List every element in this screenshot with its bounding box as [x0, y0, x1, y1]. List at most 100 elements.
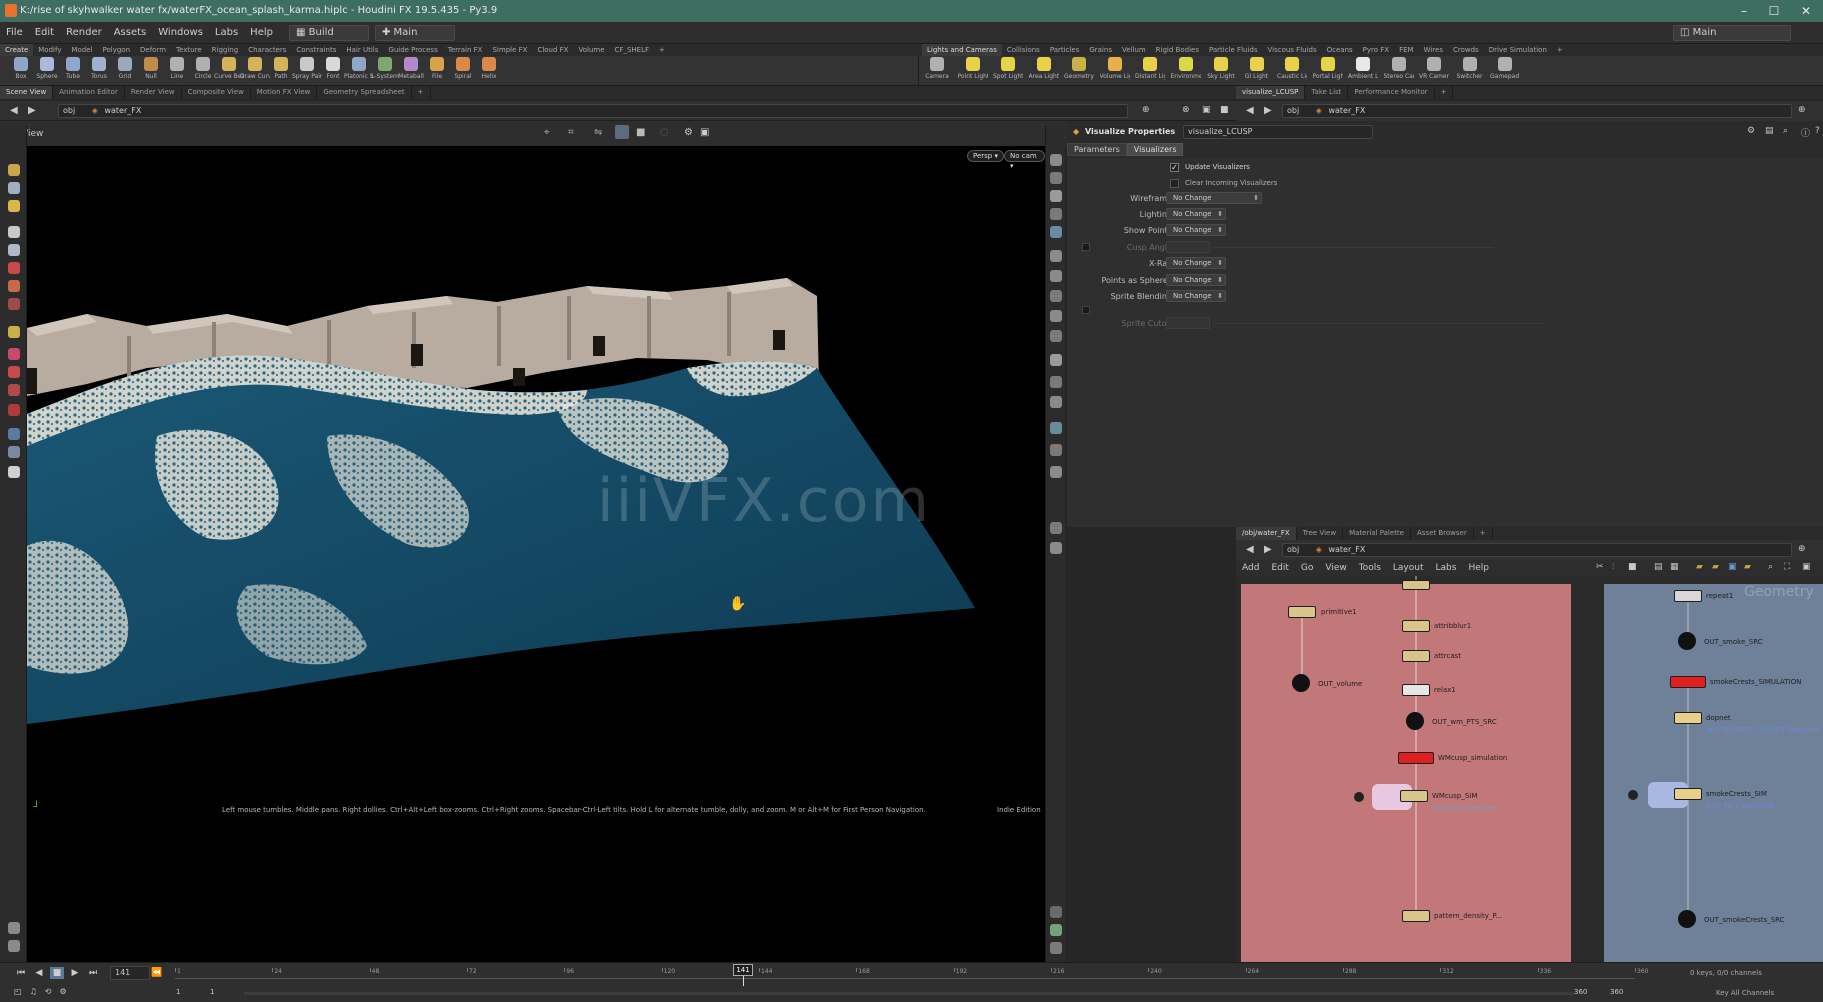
add-tab-icon[interactable]: +	[1435, 86, 1454, 99]
backface-icon[interactable]	[1050, 354, 1062, 366]
pose-icon[interactable]	[8, 326, 20, 338]
audio-icon[interactable]: ♫	[30, 987, 37, 996]
shelf-tool[interactable]: Area Light	[1029, 57, 1059, 81]
shelf-tab[interactable]: Crowds	[1448, 44, 1484, 56]
cusp-angle-toggle[interactable]	[1082, 243, 1090, 251]
update-visualizers-checkbox[interactable]: ✓	[1170, 163, 1179, 172]
network-box-icon[interactable]: ▣	[1728, 562, 1737, 572]
forward-arrow-icon[interactable]: ▶	[1264, 544, 1272, 555]
range-slider[interactable]	[244, 992, 1574, 995]
view-tool-icon[interactable]	[8, 182, 20, 194]
context-select[interactable]: ✚ Main	[374, 24, 455, 41]
grid-icon[interactable]	[1050, 190, 1062, 202]
current-frame-field[interactable]: 141	[110, 966, 150, 980]
cusp-angle-slider[interactable]	[1214, 247, 1494, 248]
net-menu-go[interactable]: Go	[1295, 563, 1319, 573]
step-back-icon[interactable]: ◀	[32, 967, 46, 979]
clear-incoming-checkbox[interactable]	[1170, 179, 1179, 188]
net-menu-view[interactable]: View	[1319, 563, 1352, 573]
net-menu-layout[interactable]: Layout	[1387, 563, 1430, 573]
tab-network-editor[interactable]: /obj/water_FX	[1236, 527, 1297, 540]
stop-icon[interactable]: ■	[50, 967, 64, 979]
display-icon[interactable]	[1050, 154, 1062, 166]
shelf-tab[interactable]: Rigid Bodies	[1151, 44, 1204, 56]
node-name-field[interactable]: visualize_LCUSP	[1183, 125, 1373, 139]
tab-performance-monitor[interactable]: Performance Monitor	[1348, 86, 1435, 99]
tab-geometry-spreadsheet[interactable]: Geometry Spreadsheet	[317, 86, 412, 99]
tab-scene-view[interactable]: Scene View	[0, 86, 54, 99]
snapshot-icon[interactable]	[8, 940, 20, 952]
pin-icon[interactable]: ⊕	[1798, 544, 1806, 554]
move-icon[interactable]	[8, 262, 20, 274]
menu-edit[interactable]: Edit	[29, 22, 60, 44]
close-pane-icon[interactable]: ▣	[1802, 562, 1811, 572]
node-smokecrests-simulation[interactable]	[1670, 676, 1706, 688]
shelf-tab[interactable]: Create	[0, 44, 34, 56]
shelf-tab[interactable]: Grains	[1084, 44, 1117, 56]
sticky-icon[interactable]: ▰	[1712, 562, 1719, 572]
show-points-menu[interactable]: No Change	[1166, 224, 1226, 236]
lock-camera-icon[interactable]	[1050, 172, 1062, 184]
minimize-icon[interactable]: –	[1729, 2, 1759, 20]
points-as-spheres-menu[interactable]: No Change	[1166, 274, 1226, 286]
info-icon[interactable]	[1050, 906, 1062, 918]
frame-ruler[interactable]: 1 24 48 72 96 120 144 168 192 216 240 264 288 312 336 3…	[175, 968, 1648, 986]
node-attrcast[interactable]	[1402, 650, 1430, 662]
maximize-icon[interactable]: ☐	[1759, 2, 1789, 20]
point-display-icon[interactable]	[1050, 250, 1062, 262]
shelf-tab[interactable]: Collisions	[1002, 44, 1045, 56]
shelf-tool[interactable]: Point Light	[958, 57, 988, 81]
node-repeat1[interactable]	[1674, 590, 1702, 602]
bypass-dot[interactable]	[1628, 790, 1638, 800]
quad-view-icon[interactable]	[1050, 942, 1062, 954]
shelf-tab[interactable]: Volume	[573, 44, 609, 56]
pane-menu-icon[interactable]: ▣	[1202, 105, 1211, 115]
guide-icon[interactable]	[1050, 376, 1062, 388]
shading-icon[interactable]	[1050, 208, 1062, 220]
shelf-tab[interactable]: Texture	[171, 44, 207, 56]
null-node-out-smoke-src[interactable]	[1678, 632, 1696, 650]
sprite-cutoff-field[interactable]	[1166, 317, 1210, 329]
menu-help[interactable]: Help	[244, 22, 279, 44]
network-path-field[interactable]: obj ◈ water_FX	[1282, 543, 1792, 557]
flag-icon[interactable]: ▰	[1696, 562, 1703, 572]
snap-prim-icon[interactable]: ⇋	[594, 127, 602, 138]
shelf-tool[interactable]: Distant Light	[1135, 57, 1165, 81]
lighting-menu[interactable]: No Change	[1166, 208, 1226, 220]
magnet-icon[interactable]	[8, 366, 20, 378]
scene-viewport[interactable]: ✋ iiiVFX.com Persp ▾ No cam ▾ Left mouse…	[27, 146, 1045, 962]
forward-arrow-icon[interactable]: ▶	[28, 105, 36, 116]
pin-icon[interactable]: ⊕	[1798, 105, 1806, 115]
play-icon[interactable]: ▶	[68, 967, 82, 979]
menu-labs[interactable]: Labs	[209, 22, 244, 44]
node-relax1[interactable]	[1402, 684, 1430, 696]
shelf-tool[interactable]: Camera	[922, 57, 952, 81]
view-align-icon[interactable]	[8, 428, 20, 440]
node-wmcusp-sim[interactable]	[1400, 790, 1428, 802]
select-mode-icon[interactable]	[615, 125, 629, 139]
menu-render[interactable]: Render	[60, 22, 108, 44]
persp-menu[interactable]: Persp ▾	[967, 150, 1004, 162]
pin-view-icon[interactable]	[8, 922, 20, 934]
color-palette-icon[interactable]: ▰	[1744, 562, 1751, 572]
prev-key-icon[interactable]: ⏪	[150, 967, 164, 979]
add-shelf-icon[interactable]: +	[1552, 44, 1568, 56]
link-icon[interactable]: ⊗	[1182, 105, 1190, 115]
shelf-tab[interactable]: Guide Process	[383, 44, 442, 56]
pull-icon[interactable]	[8, 404, 20, 416]
rotate-icon[interactable]	[8, 280, 20, 292]
shelf-tab[interactable]: Modify	[33, 44, 66, 56]
shelf-tab[interactable]: Lights and Cameras	[922, 44, 1002, 56]
shelf-tab[interactable]: Wires	[1419, 44, 1448, 56]
key-all-channels-button[interactable]: Key All Channels	[1716, 989, 1774, 997]
range-start-field-2[interactable]: 1	[210, 988, 214, 996]
shelf-tab[interactable]: Simple FX	[487, 44, 532, 56]
add-tab-icon[interactable]: +	[412, 86, 431, 99]
viewport-layout-icon[interactable]	[1050, 466, 1062, 478]
menu-assets[interactable]: Assets	[108, 22, 153, 44]
maximize-pane-icon[interactable]: ■	[1220, 105, 1229, 115]
pin-geo-icon[interactable]	[1050, 542, 1062, 554]
camera-icon[interactable]	[8, 446, 20, 458]
node-attribblur1[interactable]	[1402, 620, 1430, 632]
template-icon[interactable]	[1050, 330, 1062, 342]
